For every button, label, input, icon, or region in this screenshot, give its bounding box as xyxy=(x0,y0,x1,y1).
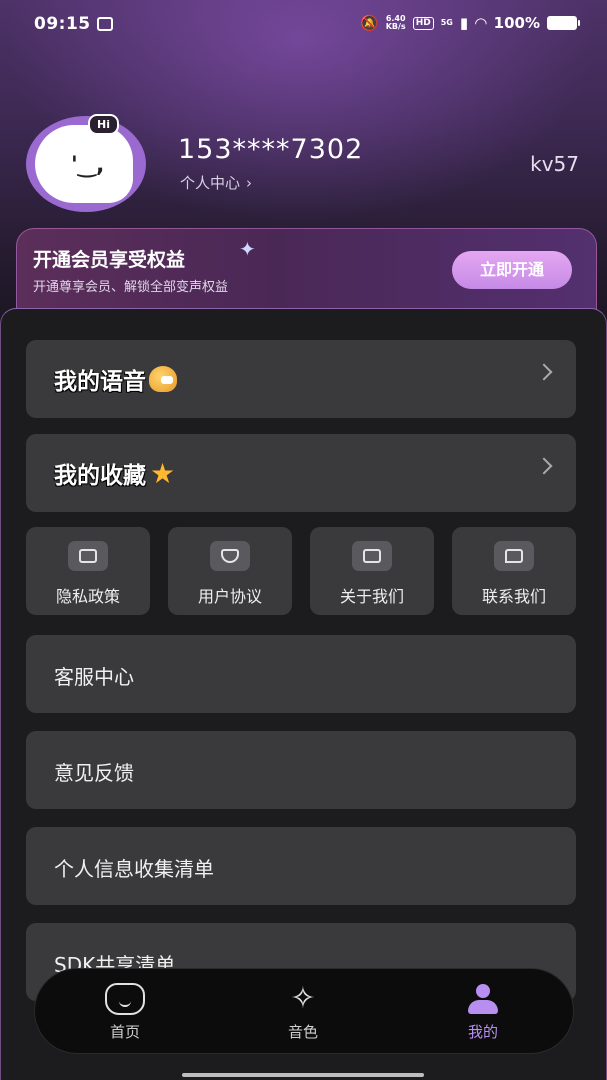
main-panel: 我的语音 我的收藏 ★ 隐私政策 用户协议 关于我们 联系我们 客服中心 意见反… xyxy=(0,308,607,1080)
star-icon: ★ xyxy=(150,456,176,490)
hd-badge: HD xyxy=(412,16,434,30)
chevron-right-icon xyxy=(535,457,553,475)
battery-icon xyxy=(547,16,580,30)
avatar-hi-bubble: Hi xyxy=(88,114,119,135)
personal-info-list-item[interactable]: 个人信息收集清单 xyxy=(26,827,576,905)
vip-banner[interactable]: 开通会员享受权益 ✦ 开通尊享会员、解锁全部变声权益 立即开通 xyxy=(16,228,597,310)
user-phone: 153****7302 xyxy=(178,134,364,165)
shield-icon xyxy=(210,541,250,571)
avatar-eyes: '‿, xyxy=(71,153,105,178)
network-type: 5G xyxy=(440,18,453,27)
wifi-icon: ◠ xyxy=(475,14,487,32)
battery-text: 100% xyxy=(493,14,540,32)
user-agreement-label: 用户协议 xyxy=(197,587,262,606)
chevron-right-icon xyxy=(535,363,553,381)
message-icon xyxy=(494,541,534,571)
my-favorites-text: 我的收藏 xyxy=(54,463,146,489)
mute-bell-icon: 🔕 xyxy=(360,14,379,32)
signal-icon: ▮ xyxy=(459,14,469,32)
home-indicator[interactable] xyxy=(182,1073,424,1077)
status-indicators: 🔕 6.40 KB/s HD 5G ▮ ◠ 100% xyxy=(360,14,580,32)
home-icon xyxy=(105,983,145,1015)
privacy-policy-card[interactable]: 隐私政策 xyxy=(26,527,150,615)
open-vip-button[interactable]: 立即开通 xyxy=(452,251,572,289)
vip-title: 开通会员享受权益 xyxy=(33,249,186,271)
nav-voices[interactable]: ✧ 音色 xyxy=(243,983,363,1042)
status-bar: 09:15 🔕 6.40 KB/s HD 5G ▮ ◠ 100% xyxy=(0,0,607,52)
nav-home[interactable]: 首页 xyxy=(65,983,185,1042)
personal-center-label: 个人中心 xyxy=(180,174,241,192)
status-time: 09:15 xyxy=(34,14,91,34)
nav-mine[interactable]: 我的 xyxy=(423,983,543,1042)
feedback-label: 意见反馈 xyxy=(54,761,134,785)
sparkle-icon: ✧ xyxy=(290,981,316,1016)
contact-us-label: 联系我们 xyxy=(481,587,546,606)
nav-home-label: 首页 xyxy=(109,1023,140,1041)
user-agreement-card[interactable]: 用户协议 xyxy=(168,527,292,615)
personal-info-list-label: 个人信息收集清单 xyxy=(54,857,214,881)
quick-links: 隐私政策 用户协议 关于我们 联系我们 xyxy=(26,527,576,615)
microphone-icon xyxy=(149,366,177,392)
share-icon xyxy=(352,541,392,571)
privacy-policy-label: 隐私政策 xyxy=(55,587,120,606)
avatar[interactable]: '‿, Hi xyxy=(26,114,146,212)
customer-service-item[interactable]: 客服中心 xyxy=(26,635,576,713)
about-us-label: 关于我们 xyxy=(339,587,404,606)
customer-service-label: 客服中心 xyxy=(54,665,134,689)
notification-app-icon xyxy=(97,17,113,31)
chevron-right-icon: › xyxy=(246,173,253,192)
net-speed-unit: KB/s xyxy=(385,22,406,31)
my-voice-card[interactable]: 我的语音 xyxy=(26,340,576,418)
sparkle-icon: ✦ xyxy=(239,237,256,261)
my-voice-label: 我的语音 xyxy=(54,362,177,396)
about-us-card[interactable]: 关于我们 xyxy=(310,527,434,615)
avatar-face: '‿, xyxy=(35,125,133,203)
bottom-nav: 首页 ✧ 音色 我的 xyxy=(34,968,574,1054)
vip-subtitle: 开通尊享会员、解锁全部变声权益 xyxy=(33,280,229,295)
my-favorites-card[interactable]: 我的收藏 ★ xyxy=(26,434,576,512)
contact-us-card[interactable]: 联系我们 xyxy=(452,527,576,615)
feedback-item[interactable]: 意见反馈 xyxy=(26,731,576,809)
version-label: kv57 xyxy=(530,152,579,176)
lock-icon xyxy=(68,541,108,571)
net-speed: 6.40 KB/s xyxy=(386,15,406,31)
my-favorites-label: 我的收藏 ★ xyxy=(54,456,175,490)
personal-center-link[interactable]: 个人中心 › xyxy=(180,172,252,193)
my-voice-text: 我的语音 xyxy=(54,369,146,395)
user-icon xyxy=(466,983,500,1015)
nav-voices-label: 音色 xyxy=(287,1023,318,1041)
nav-mine-label: 我的 xyxy=(467,1023,498,1041)
